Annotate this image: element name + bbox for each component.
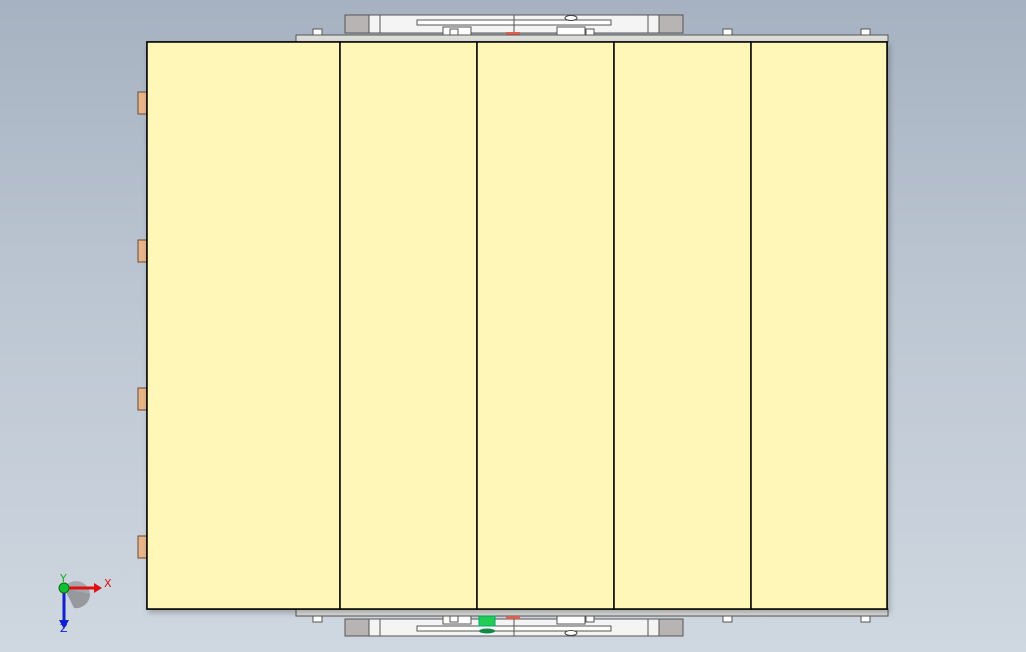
- bottom-bracket-assembly[interactable]: [344, 615, 684, 637]
- panel-2[interactable]: [339, 41, 478, 610]
- panel-3[interactable]: [476, 41, 615, 610]
- x-axis-label: X: [104, 577, 112, 590]
- panel-5[interactable]: [750, 41, 888, 610]
- z-axis-label: Z: [60, 622, 68, 634]
- panel-dividers: [146, 41, 888, 610]
- panel-4[interactable]: [613, 41, 752, 610]
- graphics-viewport[interactable]: X Y Z: [0, 0, 1026, 652]
- y-axis-label: Y: [59, 572, 67, 585]
- orientation-triad: X Y Z: [58, 572, 112, 634]
- top-bracket-assembly[interactable]: [344, 14, 684, 36]
- left-clips[interactable]: [137, 91, 148, 559]
- assembly-model[interactable]: [0, 0, 1026, 652]
- panel-1[interactable]: [146, 41, 341, 610]
- selected-marker[interactable]: [478, 615, 496, 627]
